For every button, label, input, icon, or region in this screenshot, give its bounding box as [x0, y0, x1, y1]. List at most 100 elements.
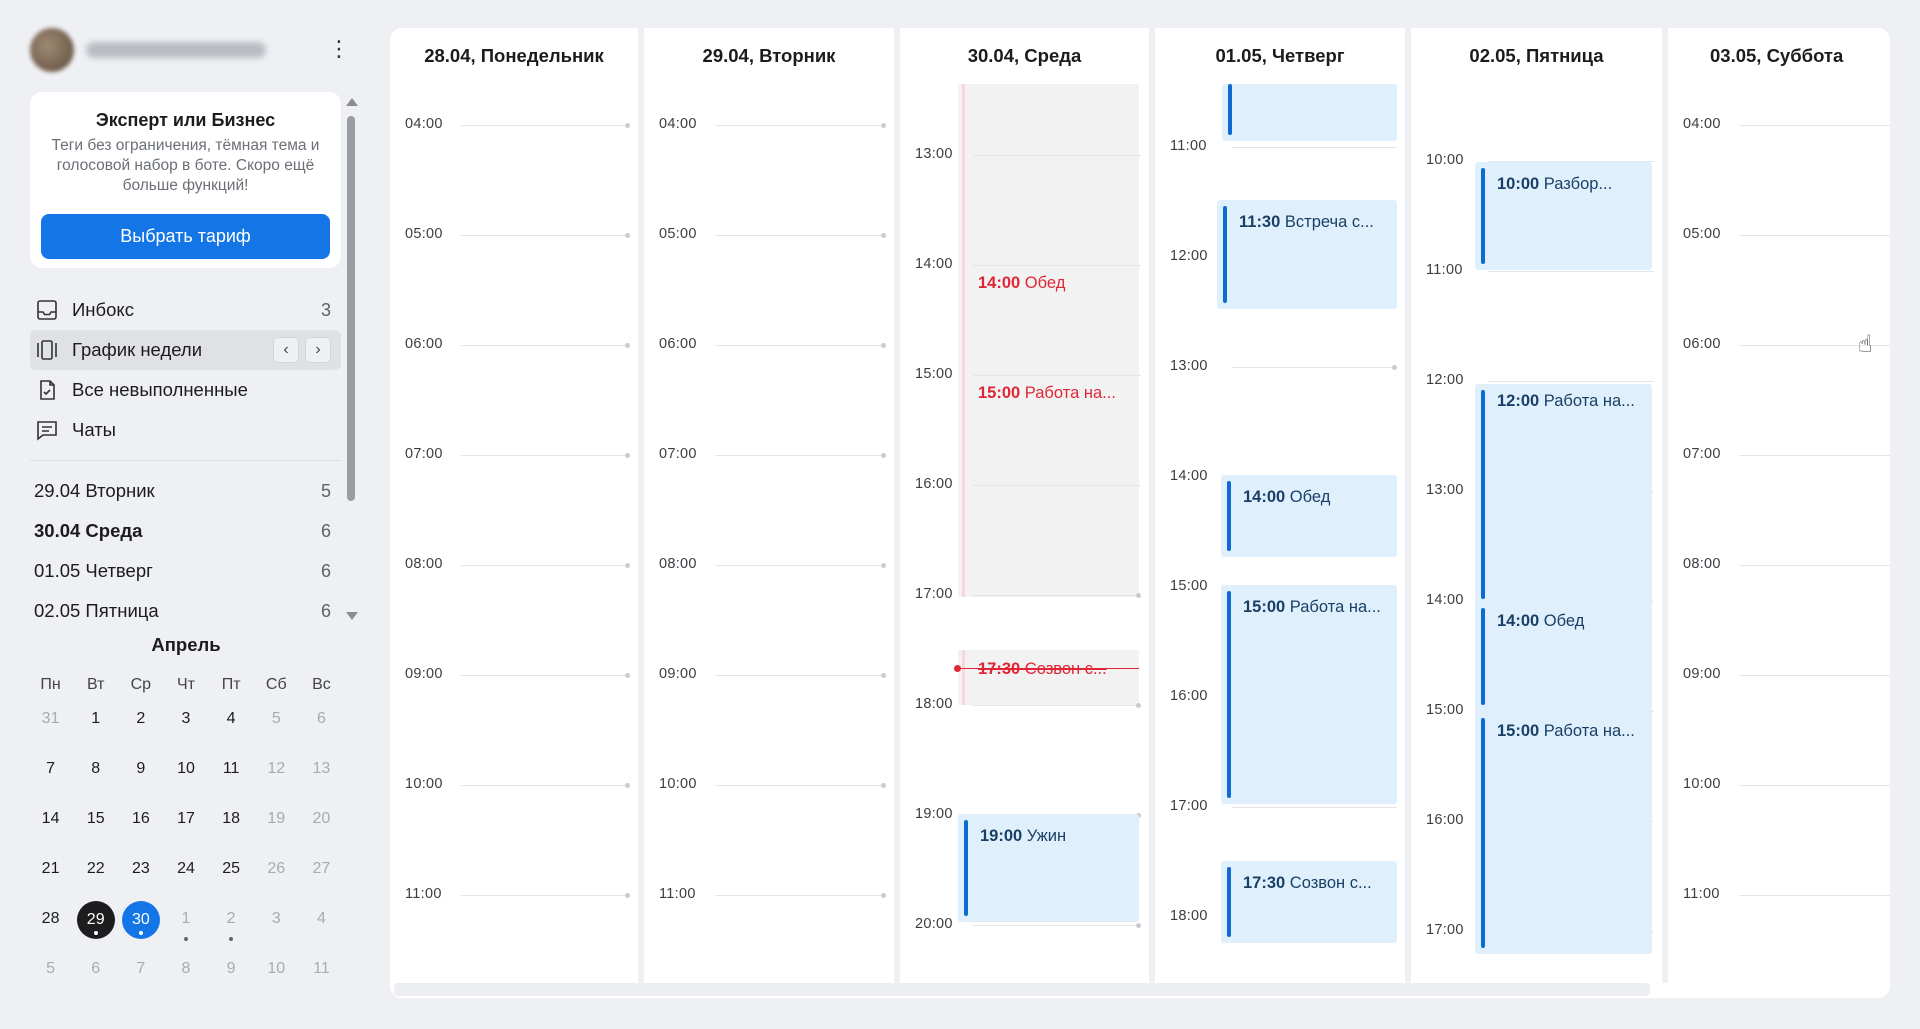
day-column-friday[interactable]: 02.05, Пятница 10:00 11:00 12:00 13:00 1…	[1411, 28, 1662, 988]
horizontal-scrollbar[interactable]	[394, 983, 1650, 996]
hour-label: 04:00	[659, 116, 697, 132]
calendar-day[interactable]: 1	[73, 701, 118, 737]
day-item-0429[interactable]: 29.04 Вторник 5	[30, 471, 341, 511]
calendar-day[interactable]: 7	[118, 951, 163, 987]
event-work-2[interactable]: 15:00 Работа на...	[1497, 722, 1647, 741]
calendar-day[interactable]: 10	[163, 751, 208, 787]
hour-label: 16:00	[915, 476, 953, 492]
event-past-work[interactable]: 15:00 Работа на...	[978, 384, 1134, 403]
hour-row: 15:00	[915, 366, 1141, 386]
calendar-day[interactable]: 18	[209, 801, 254, 837]
sidebar-scrollbar[interactable]	[344, 96, 358, 628]
event-past-lunch[interactable]: 14:00 Обед	[978, 274, 1134, 293]
calendar-day[interactable]: 2	[209, 901, 254, 941]
calendar-day[interactable]: 11	[299, 951, 344, 987]
divider	[30, 460, 341, 461]
avatar[interactable]	[30, 28, 74, 72]
event-time: 15:00	[978, 384, 1021, 402]
sidebar-item-all-incomplete[interactable]: Все невыполненные	[30, 370, 341, 410]
sidebar-item-week-schedule[interactable]: График недели ‹ ›	[30, 330, 341, 370]
calendar-day[interactable]: 6	[299, 701, 344, 737]
day-column-monday[interactable]: 28.04, Понедельник 04:00 05:00 06:00 07:…	[390, 28, 638, 988]
day-label: 01.05 Четверг	[34, 560, 153, 581]
calendar-day[interactable]: 8	[73, 751, 118, 787]
event-work-1[interactable]: 12:00 Работа на...	[1497, 392, 1647, 411]
hour-row: 08:00	[1683, 556, 1890, 576]
event-lunch[interactable]: 14:00 Обед	[1221, 475, 1397, 557]
calendar-day[interactable]: 4	[209, 701, 254, 737]
calendar-day[interactable]: 19	[254, 801, 299, 837]
event-lunch[interactable]: 14:00 Обед	[1497, 612, 1647, 631]
event-work[interactable]: 15:00 Работа на...	[1221, 585, 1397, 804]
event-call[interactable]: 17:30 Созвон с...	[1221, 861, 1397, 943]
scroll-down-icon[interactable]	[346, 612, 358, 620]
calendar-day[interactable]: 13	[299, 751, 344, 787]
calendar-day[interactable]: 9	[118, 751, 163, 787]
calendar-day[interactable]: 26	[254, 851, 299, 887]
event-work-block[interactable]	[1475, 384, 1652, 954]
calendar-day[interactable]: 8	[163, 951, 208, 987]
day-item-0430[interactable]: 30.04 Среда 6	[30, 511, 341, 551]
day-column-wednesday[interactable]: 30.04, Среда 13:00 14:00 15:00 16:00 17:…	[900, 28, 1149, 988]
calendar-day[interactable]: 3	[254, 901, 299, 937]
calendar-day[interactable]: 31	[28, 701, 73, 737]
day-count: 6	[320, 560, 331, 581]
calendar-day[interactable]: 16	[118, 801, 163, 837]
day-item-0501[interactable]: 01.05 Четверг 6	[30, 551, 341, 591]
chevron-right-icon[interactable]: ›	[305, 337, 331, 363]
calendar-day[interactable]: 2	[118, 701, 163, 737]
calendar-day[interactable]: 5	[28, 951, 73, 987]
calendar-day[interactable]: 1	[163, 901, 208, 941]
weekday-label: Пт	[221, 676, 241, 693]
calendar-day[interactable]: 6	[73, 951, 118, 987]
scroll-up-icon[interactable]	[346, 98, 358, 106]
calendar-day[interactable]: 23	[118, 851, 163, 887]
calendar-day[interactable]: 22	[73, 851, 118, 887]
hour-label: 10:00	[1683, 776, 1721, 792]
event-past-call[interactable]: 17:30 Созвон с...	[978, 660, 1134, 679]
calendar-day[interactable]: 14	[28, 801, 73, 837]
choose-plan-button[interactable]: Выбрать тариф	[41, 214, 330, 259]
calendar-day[interactable]: 28	[28, 901, 73, 937]
scroll-thumb[interactable]	[347, 116, 355, 501]
calendar-day[interactable]: 12	[254, 751, 299, 787]
user-profile[interactable]: ⋮	[30, 28, 360, 72]
calendar-day-today[interactable]: 29	[73, 901, 118, 939]
calendar-day[interactable]: 15	[73, 801, 118, 837]
sidebar-item-chats[interactable]: Чаты	[30, 410, 341, 450]
calendar-day[interactable]: 17	[163, 801, 208, 837]
event-review[interactable]: 10:00 Разбор...	[1475, 162, 1652, 270]
event-time: 14:00	[1497, 612, 1540, 630]
event-dinner[interactable]: 19:00 Ужин	[958, 814, 1139, 922]
calendar-day[interactable]: 10	[254, 951, 299, 987]
week-calendar: 28.04, Понедельник 04:00 05:00 06:00 07:…	[390, 28, 1890, 998]
calendar-day-selected[interactable]: 30	[118, 901, 163, 939]
hour-row: 04:00	[405, 116, 630, 136]
hour-label: 11:00	[1683, 886, 1720, 902]
calendar-day[interactable]: 9	[209, 951, 254, 987]
weekday-label: Вс	[312, 676, 331, 693]
day-column-tuesday[interactable]: 29.04, Вторник 04:00 05:00 06:00 07:00 0…	[644, 28, 894, 988]
event-continued[interactable]	[1222, 84, 1397, 141]
hour-row: 09:00	[405, 666, 630, 686]
calendar-day[interactable]: 3	[163, 701, 208, 737]
event-meeting[interactable]: 11:30 Встреча с...	[1217, 200, 1397, 309]
calendar-day[interactable]: 25	[209, 851, 254, 887]
calendar-day[interactable]: 20	[299, 801, 344, 837]
day-column-thursday[interactable]: 01.05, Четверг 11:00 12:00 13:00 14:00 1…	[1155, 28, 1405, 988]
event-title: Обед	[1543, 612, 1585, 630]
calendar-day[interactable]: 11	[209, 751, 254, 787]
calendar-day[interactable]: 4	[299, 901, 344, 937]
week-nav-arrows: ‹ ›	[273, 337, 331, 363]
more-vertical-icon[interactable]: ⋮	[328, 38, 350, 60]
calendar-day[interactable]: 27	[299, 851, 344, 887]
calendar-day[interactable]: 21	[28, 851, 73, 887]
chevron-left-icon[interactable]: ‹	[273, 337, 299, 363]
day-item-0502[interactable]: 02.05 Пятница 6	[30, 591, 341, 631]
calendar-day[interactable]: 5	[254, 701, 299, 737]
calendar-day[interactable]: 24	[163, 851, 208, 887]
event-time: 10:00	[1497, 175, 1540, 193]
day-column-saturday[interactable]: 03.05, Суббота 04:00 05:00 06:00 07:00 0…	[1668, 28, 1890, 988]
sidebar-item-inbox[interactable]: Инбокс 3	[30, 290, 341, 330]
calendar-day[interactable]: 7	[28, 751, 73, 787]
